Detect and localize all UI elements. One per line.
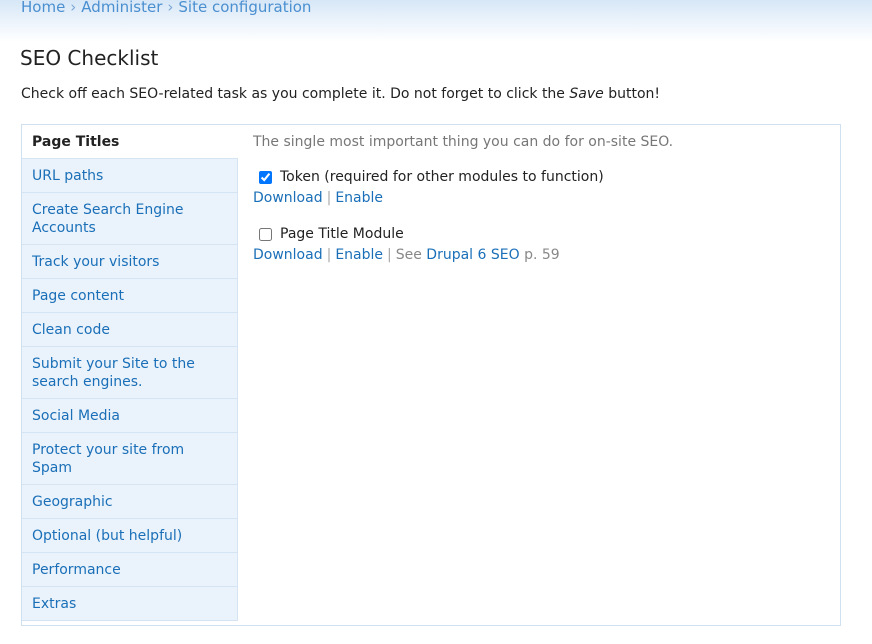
page-title-enable-link[interactable]: Enable bbox=[335, 247, 383, 263]
page-title-checkbox[interactable] bbox=[259, 227, 272, 241]
intro-text-end: button! bbox=[603, 86, 660, 102]
page-title: SEO Checklist bbox=[20, 46, 159, 70]
intro-text: Check off each SEO-related task as you c… bbox=[21, 86, 660, 102]
page-title-download-link[interactable]: Download bbox=[253, 247, 323, 263]
drupal-6-seo-book-link[interactable]: Drupal 6 SEO bbox=[426, 247, 519, 263]
token-checkbox[interactable] bbox=[259, 170, 272, 184]
tab-submit-site[interactable]: Submit your Site to the search engines. bbox=[22, 347, 238, 399]
link-separator: | bbox=[387, 247, 392, 263]
tab-extras[interactable]: Extras bbox=[22, 587, 238, 621]
breadcrumb-administer-link[interactable]: Administer bbox=[81, 0, 162, 16]
tab-create-search-engine-accounts[interactable]: Create Search Engine Accounts bbox=[22, 193, 238, 245]
tab-protect-from-spam[interactable]: Protect your site from Spam bbox=[22, 433, 238, 485]
tab-geographic[interactable]: Geographic bbox=[22, 485, 238, 519]
page-title-label[interactable]: Page Title Module bbox=[280, 226, 404, 242]
token-enable-link[interactable]: Enable bbox=[335, 190, 383, 206]
header-bar: Home › Administer › Site configuration bbox=[0, 0, 872, 42]
tab-social-media[interactable]: Social Media bbox=[22, 399, 238, 433]
tab-page-titles[interactable]: Page Titles bbox=[22, 125, 238, 159]
checklist-item-token: Token (required for other modules to fun… bbox=[253, 166, 830, 206]
vertical-tabs: Page Titles URL paths Create Search Engi… bbox=[22, 125, 238, 621]
tab-content: The single most important thing you can … bbox=[253, 134, 830, 280]
link-separator: | bbox=[326, 247, 332, 263]
token-links: Download | Enable bbox=[253, 190, 830, 206]
breadcrumb-home-link[interactable]: Home bbox=[21, 0, 65, 16]
intro-text-start: Check off each SEO-related task as you c… bbox=[21, 86, 570, 102]
tab-page-content[interactable]: Page content bbox=[22, 279, 238, 313]
tab-optional[interactable]: Optional (but helpful) bbox=[22, 519, 238, 553]
intro-save-emphasis: Save bbox=[569, 86, 604, 102]
checkbox-row: Token (required for other modules to fun… bbox=[253, 166, 830, 188]
tab-performance[interactable]: Performance bbox=[22, 553, 238, 587]
checklist-panel: Page Titles URL paths Create Search Engi… bbox=[21, 124, 841, 626]
tab-track-your-visitors[interactable]: Track your visitors bbox=[22, 245, 238, 279]
see-prefix: See bbox=[395, 247, 427, 263]
section-description: The single most important thing you can … bbox=[253, 134, 674, 150]
tab-clean-code[interactable]: Clean code bbox=[22, 313, 238, 347]
token-label[interactable]: Token (required for other modules to fun… bbox=[280, 169, 604, 185]
breadcrumb-separator: › bbox=[167, 0, 174, 16]
breadcrumb: Home › Administer › Site configuration bbox=[21, 0, 311, 16]
page-reference: p. 59 bbox=[519, 247, 560, 263]
checkbox-row: Page Title Module bbox=[253, 223, 830, 245]
checklist-item-page-title: Page Title Module Download | Enable | See Dr… bbox=[253, 223, 830, 263]
tab-url-paths[interactable]: URL paths bbox=[22, 159, 238, 193]
link-separator: | bbox=[326, 190, 332, 206]
breadcrumb-separator: › bbox=[70, 0, 77, 16]
token-download-link[interactable]: Download bbox=[253, 190, 323, 206]
page-title-links: Download | Enable | See Drupal 6 SEO p. 59 bbox=[253, 247, 830, 263]
breadcrumb-site-configuration-link[interactable]: Site configuration bbox=[178, 0, 311, 16]
